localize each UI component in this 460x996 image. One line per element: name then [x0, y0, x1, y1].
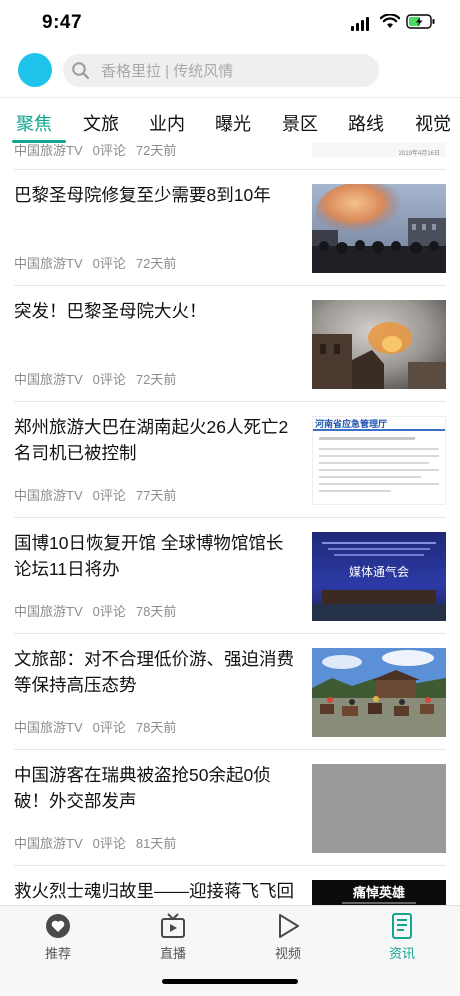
tabbar-label: 推荐: [44, 946, 71, 961]
list-item[interactable]: 巴黎圣母院修复至少需要8到10年 中国旅游TV 0评论 72天前: [14, 170, 446, 286]
news-comments: 0评论: [92, 604, 126, 619]
tab-focus[interactable]: 聚焦: [16, 110, 52, 136]
tab-routes[interactable]: 路线: [348, 110, 384, 136]
news-meta: 中国旅游TV 0评论 77天前: [14, 485, 186, 504]
wifi-icon: [379, 13, 401, 34]
news-thumbnail: 2019年4月16日: [312, 143, 446, 157]
news-thumbnail: [312, 300, 446, 389]
news-comments: 0评论: [92, 488, 126, 503]
tabbar-label: 资讯: [388, 946, 415, 961]
signal-icon: [351, 17, 369, 31]
search-icon: [71, 61, 91, 81]
list-item[interactable]: 突发！巴黎圣母院大火！ 中国旅游TV 0评论 72天前: [14, 286, 446, 402]
search-row: 香格里拉 | 传统风情: [0, 50, 460, 94]
home-indicator: [162, 979, 298, 984]
tv-icon: [159, 912, 187, 940]
news-source: 中国旅游TV: [14, 143, 83, 158]
tabbar-live[interactable]: 直播: [133, 912, 213, 962]
list-item[interactable]: 救火烈士魂归故里——迎接蒋飞飞回家 痛悼英雄: [14, 866, 446, 905]
status-bar: 9:47: [0, 0, 460, 50]
thumb-heading: 河南省应急管理厅: [315, 418, 388, 429]
news-time: 78天前: [135, 720, 177, 735]
news-comments: 0评论: [92, 256, 126, 271]
thumb-heading: 媒体通气会: [348, 565, 409, 579]
news-source: 中国旅游TV: [14, 372, 83, 387]
play-icon: [274, 912, 302, 940]
news-feed[interactable]: 中国旅游TV 0评论 72天前 2019年4月16日 巴黎圣母院修复至少需要8到10…: [0, 143, 460, 905]
thumb-heading: 痛悼英雄: [352, 885, 405, 900]
news-thumbnail: 河南省应急管理厅: [312, 416, 446, 505]
news-source: 中国旅游TV: [14, 604, 83, 619]
news-comments: 0评论: [92, 143, 126, 158]
list-item[interactable]: 中国旅游TV 0评论 72天前 2019年4月16日: [14, 143, 446, 170]
news-meta: 中国旅游TV 0评论 72天前: [14, 143, 176, 159]
avatar[interactable]: [18, 53, 52, 87]
tabbar-label: 直播: [159, 946, 186, 961]
news-time: 72天前: [135, 143, 177, 158]
tab-scenic[interactable]: 景区: [282, 110, 318, 136]
news-comments: 0评论: [92, 372, 126, 387]
news-title: 中国游客在瑞典被盗抢50余起0侦破！外交部发声: [14, 765, 271, 811]
news-source: 中国旅游TV: [14, 720, 83, 735]
news-title: 巴黎圣母院修复至少需要8到10年: [14, 185, 271, 205]
news-thumbnail: [312, 648, 446, 737]
news-source: 中国旅游TV: [14, 488, 83, 503]
thumb-caption: 2019年4月16日: [398, 151, 440, 157]
news-title: 郑州旅游大巴在湖南起火26人死亡2名司机已被控制: [14, 417, 289, 463]
news-thumbnail: [312, 184, 446, 273]
news-meta: 中国旅游TV 0评论 81天前: [14, 833, 186, 852]
news-time: 78天前: [135, 604, 177, 619]
news-meta: 中国旅游TV 0评论 72天前: [14, 253, 186, 272]
tabbar-recommend[interactable]: 推荐: [18, 912, 98, 962]
heart-icon: [44, 912, 72, 940]
list-item[interactable]: 中国游客在瑞典被盗抢50余起0侦破！外交部发声 中国旅游TV 0评论 81天前: [14, 750, 446, 866]
news-title: 国博10日恢复开馆 全球博物馆馆长论坛11日将办: [14, 533, 284, 579]
news-meta: 中国旅游TV 0评论 78天前: [14, 717, 186, 736]
news-time: 72天前: [135, 372, 177, 387]
news-thumbnail: 媒体通气会: [312, 532, 446, 621]
search-placeholder: 香格里拉 | 传统风情: [101, 63, 234, 80]
category-tabs: 聚焦 文旅 业内 曝光 景区 路线 视觉: [0, 97, 460, 143]
news-time: 72天前: [135, 256, 177, 271]
news-title: 突发！巴黎圣母院大火！: [14, 301, 207, 321]
news-time: 81天前: [135, 836, 177, 851]
news-source: 中国旅游TV: [14, 256, 83, 271]
list-item[interactable]: 文旅部：对不合理低价游、强迫消费等保持高压态势 中国旅游TV 0评论 78天前: [14, 634, 446, 750]
tab-exposure[interactable]: 曝光: [215, 110, 251, 136]
document-icon: [388, 912, 416, 940]
news-time: 77天前: [135, 488, 177, 503]
battery-icon: [406, 14, 436, 34]
news-title: 救火烈士魂归故里——迎接蒋飞飞回家: [14, 881, 294, 901]
status-time: 9:47: [42, 12, 83, 33]
tabbar-video[interactable]: 视频: [248, 912, 328, 962]
list-item[interactable]: 国博10日恢复开馆 全球博物馆馆长论坛11日将办 中国旅游TV 0评论 78天前 媒…: [14, 518, 446, 634]
tabbar-label: 视频: [274, 946, 301, 961]
news-thumbnail: 痛悼英雄: [312, 880, 446, 905]
news-source: 中国旅游TV: [14, 836, 83, 851]
news-comments: 0评论: [92, 720, 126, 735]
status-icons: [351, 13, 436, 34]
list-item[interactable]: 郑州旅游大巴在湖南起火26人死亡2名司机已被控制 中国旅游TV 0评论 77天前 河…: [14, 402, 446, 518]
news-title: 文旅部：对不合理低价游、强迫消费等保持高压态势: [14, 649, 294, 695]
tab-culture-tourism[interactable]: 文旅: [83, 110, 119, 136]
tab-industry[interactable]: 业内: [149, 110, 185, 136]
news-comments: 0评论: [92, 836, 126, 851]
news-meta: 中国旅游TV 0评论 78天前: [14, 601, 186, 620]
news-thumbnail: [312, 764, 446, 853]
tabbar-news[interactable]: 资讯: [362, 912, 442, 962]
search-input[interactable]: 香格里拉 | 传统风情: [63, 54, 379, 87]
news-meta: 中国旅游TV 0评论 72天前: [14, 369, 186, 388]
tab-visual[interactable]: 视觉: [415, 110, 451, 136]
